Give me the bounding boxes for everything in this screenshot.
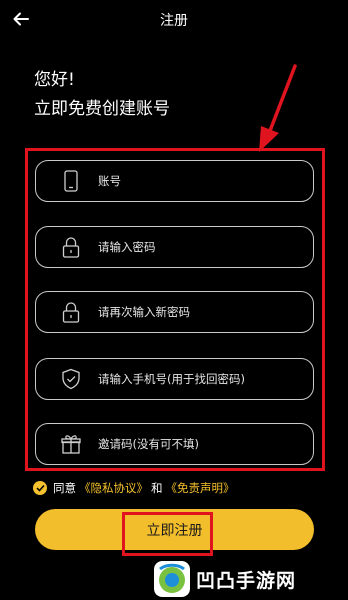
watermark-text: 凹凸手游网	[196, 569, 297, 592]
agree-prefix: 同意	[53, 481, 76, 495]
greeting-line-2: 立即免费创建账号	[34, 99, 170, 119]
lock-icon	[60, 235, 82, 259]
gift-icon	[60, 432, 82, 456]
agreement-row: 同意 《隐私协议》 和 《免责声明》	[33, 479, 235, 497]
greeting-line-1: 您好!	[34, 70, 75, 90]
password-field[interactable]: 请输入密码	[35, 226, 314, 268]
account-placeholder: 账号	[98, 174, 121, 188]
annotation-frame-button	[122, 512, 213, 556]
phone-number-placeholder: 请输入手机号(用于找回密码)	[98, 372, 245, 386]
invite-code-placeholder: 邀请码(没有可不填)	[98, 437, 199, 451]
account-field[interactable]: 账号	[35, 160, 314, 202]
agree-and: 和	[151, 481, 163, 495]
phone-number-field[interactable]: 请输入手机号(用于找回密码)	[35, 358, 314, 400]
disclaimer-link[interactable]: 《免责声明》	[166, 480, 235, 496]
password-placeholder: 请输入密码	[98, 240, 156, 254]
top-bar: 注册	[0, 0, 348, 38]
shield-check-icon	[60, 367, 82, 391]
checkmark-icon	[35, 484, 45, 492]
watermark: 凹凸手游网	[154, 560, 346, 598]
annotation-arrow	[259, 64, 297, 152]
watermark-logo	[154, 561, 190, 597]
confirm-password-field[interactable]: 请再次输入新密码	[35, 291, 314, 333]
invite-code-field[interactable]: 邀请码(没有可不填)	[35, 423, 314, 465]
greeting: 您好! 立即免费创建账号	[34, 66, 170, 124]
phone-icon	[60, 169, 82, 193]
agree-checkbox[interactable]	[33, 481, 47, 495]
privacy-policy-link[interactable]: 《隐私协议》	[79, 480, 148, 496]
confirm-password-placeholder: 请再次输入新密码	[98, 305, 190, 319]
lock-icon	[60, 300, 82, 324]
page-title: 注册	[160, 13, 188, 29]
